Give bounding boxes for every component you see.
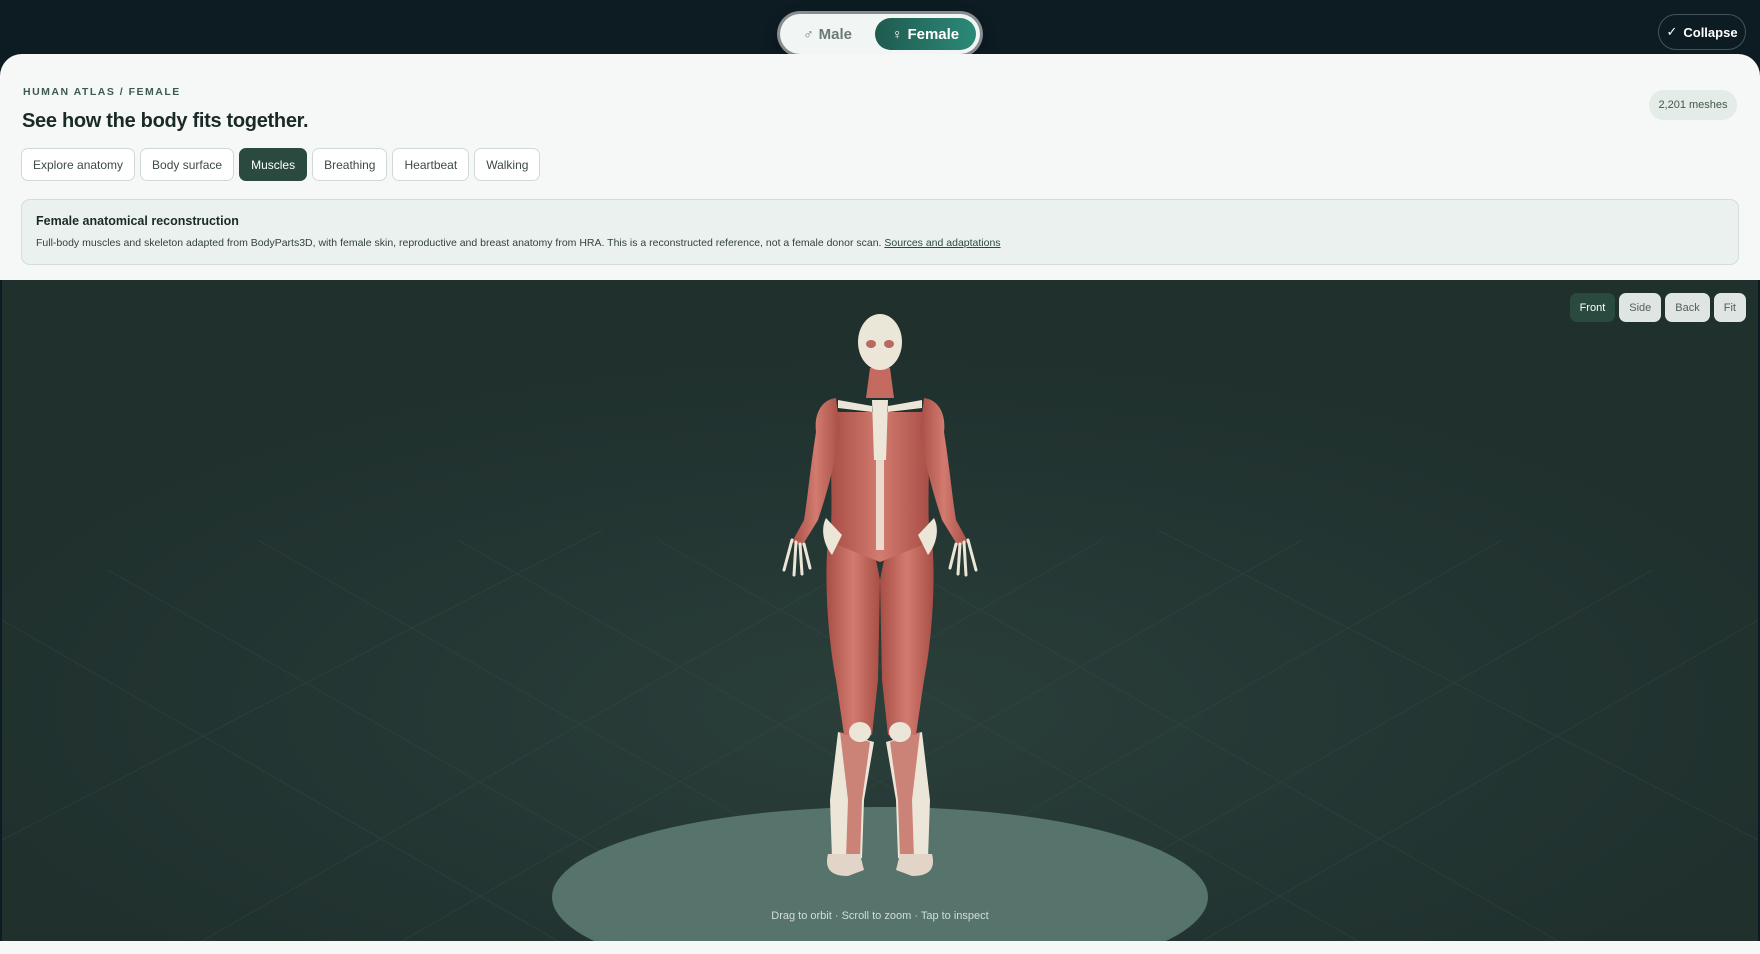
viewer-scene — [2, 280, 1758, 941]
mode-tabs: Explore anatomy Body surface Muscles Bre… — [21, 148, 541, 181]
3d-viewer[interactable]: Front Side Back Fit Drag to orbit · Scro… — [2, 280, 1758, 941]
check-icon: ✓ — [1666, 24, 1678, 39]
male-icon: ♂ — [803, 26, 814, 42]
female-icon: ♀ — [891, 26, 903, 42]
left-eye-socket — [866, 340, 876, 348]
male-label: Male — [818, 25, 852, 43]
front-view-button[interactable]: Front — [1569, 293, 1616, 322]
female-label: Female — [907, 25, 960, 43]
tab-muscles[interactable]: Muscles — [239, 148, 308, 181]
interaction-hint: Drag to orbit · Scroll to zoom · Tap to … — [771, 910, 989, 922]
male-toggle-button[interactable]: ♂ Male — [784, 18, 871, 50]
notice-title: Female anatomical reconstruction — [36, 214, 239, 228]
sources-link[interactable]: Sources and adaptations — [884, 237, 1000, 249]
notice-text: Full-body muscles and skeleton adapted f… — [36, 237, 882, 249]
view-controls: Front Side Back Fit — [1569, 293, 1746, 322]
tab-walking[interactable]: Walking — [474, 148, 541, 181]
collapse-label: Collapse — [1683, 24, 1738, 40]
top-bar: ♂ Male ♀ Female ✓ Collapse — [0, 0, 1760, 56]
tab-heartbeat[interactable]: Heartbeat — [392, 148, 470, 181]
reconstruction-notice: Female anatomical reconstruction Full-bo… — [21, 199, 1739, 265]
back-view-button[interactable]: Back — [1665, 293, 1710, 322]
page-title: See how the body fits together. — [22, 110, 309, 132]
skull — [858, 314, 902, 370]
neck — [866, 368, 894, 398]
right-eye-socket — [884, 340, 894, 348]
sex-toggle: ♂ Male ♀ Female — [780, 14, 980, 54]
fit-view-button[interactable]: Fit — [1713, 293, 1746, 322]
side-view-button[interactable]: Side — [1619, 293, 1662, 322]
tab-breathing[interactable]: Breathing — [312, 148, 388, 181]
left-patella — [849, 722, 871, 742]
info-panel: HUMAN ATLAS / FEMALE See how the body fi… — [0, 54, 1760, 280]
tab-body-surface[interactable]: Body surface — [140, 148, 235, 181]
notice-text-line: Full-body muscles and skeleton adapted f… — [36, 237, 1724, 249]
collapse-button[interactable]: ✓ Collapse — [1658, 14, 1746, 50]
mesh-count-badge: 2,201 meshes — [1649, 90, 1737, 120]
sternum — [872, 400, 888, 460]
tab-explore-anatomy[interactable]: Explore anatomy — [21, 148, 136, 181]
female-toggle-button[interactable]: ♀ Female — [875, 18, 976, 50]
bottom-strip — [0, 941, 1760, 954]
right-patella — [889, 722, 911, 742]
breadcrumb: HUMAN ATLAS / FEMALE — [23, 86, 181, 98]
